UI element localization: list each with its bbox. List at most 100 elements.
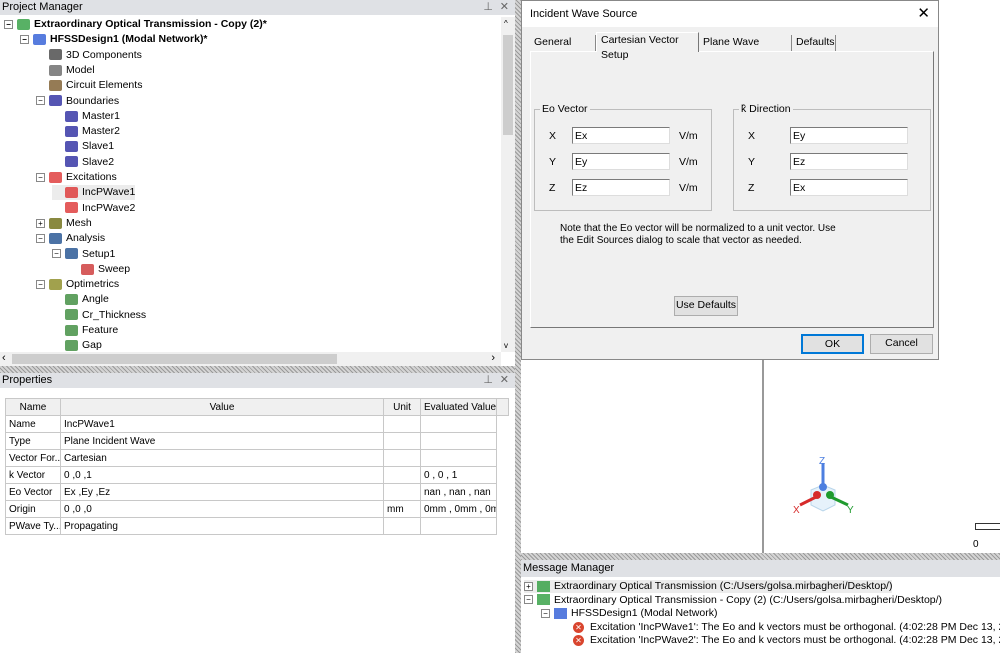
message-text: Excitation 'IncPWave1': The Eo and k vec…: [590, 620, 1000, 633]
tree-item[interactable]: Master1: [52, 109, 120, 124]
table-row[interactable]: PWave Ty... Propagating: [5, 517, 509, 535]
tree-item-label: Cr_Thickness: [82, 308, 147, 321]
table-cell: Eo Vector: [5, 483, 61, 501]
close-icon[interactable]: ✕: [917, 4, 930, 22]
table-cell[interactable]: IncPWave1: [60, 415, 384, 433]
k-axis-label: Y: [748, 156, 756, 168]
z-axis-label: Z: [819, 456, 825, 467]
table-cell: [383, 449, 421, 467]
tab-cartesian-vector-setup[interactable]: Cartesian Vector Setup: [596, 32, 699, 61]
collapse-icon[interactable]: −: [36, 172, 45, 182]
pin-icon[interactable]: ⊥: [483, 373, 493, 386]
dialog-title: Incident Wave Source: [530, 8, 638, 20]
expand-icon[interactable]: +: [36, 218, 45, 228]
message-text: Extraordinary Optical Transmission - Cop…: [554, 593, 943, 606]
tree-item-label: IncPWave1: [82, 186, 136, 199]
cancel-button[interactable]: Cancel: [870, 334, 933, 354]
tree-item[interactable]: Cr_Thickness: [52, 308, 146, 323]
3d-viewport[interactable]: Z X Y 0: [521, 360, 1000, 553]
column-header[interactable]: Evaluated Value: [420, 398, 497, 416]
eo-y-input[interactable]: [572, 153, 670, 170]
table-cell: [383, 466, 421, 484]
tree-item-label: Setup1: [82, 247, 116, 260]
y-axis-label: Y: [847, 505, 854, 516]
parametric-icon: [65, 324, 78, 336]
table-row[interactable]: Eo Vector Ex ,Ey ,Ez nan , nan , nan: [5, 483, 509, 501]
column-header[interactable]: Value: [60, 398, 384, 416]
splitter[interactable]: [521, 553, 1000, 560]
collapse-icon[interactable]: −: [4, 19, 13, 29]
splitter[interactable]: [0, 366, 515, 373]
tree-item[interactable]: Master2: [52, 124, 120, 139]
parametric-icon: [65, 309, 78, 321]
tree-item[interactable]: − Excitations: [36, 170, 117, 185]
tree-item[interactable]: IncPWave1: [52, 185, 136, 201]
table-row[interactable]: Origin0 ,0 ,0mm0mm , 0mm , 0mm: [5, 500, 509, 518]
tree-item[interactable]: Angle: [52, 292, 109, 307]
k-z-input[interactable]: [790, 179, 908, 196]
tree-item[interactable]: Circuit Elements: [36, 78, 142, 93]
tree-item-label: 3D Components: [66, 48, 142, 61]
table-cell[interactable]: Ex ,Ey ,Ez: [60, 483, 384, 501]
message-item[interactable]: + Extraordinary Optical Transmission (C:/…: [524, 580, 893, 593]
k-y-input[interactable]: [790, 153, 908, 170]
tree-item[interactable]: Sweep: [68, 262, 130, 277]
tab-general-data[interactable]: General Data: [530, 35, 596, 63]
expand-icon[interactable]: +: [524, 581, 533, 591]
collapse-icon[interactable]: −: [20, 35, 29, 45]
eo-x-input[interactable]: [572, 127, 670, 144]
message-item[interactable]: ✕ Excitation 'IncPWave2': The Eo and k ve…: [573, 634, 1000, 647]
column-header[interactable]: Name: [5, 398, 61, 416]
analysis-icon: [65, 248, 78, 260]
table-cell[interactable]: Cartesian: [60, 449, 384, 467]
column-header-spacer: [496, 398, 509, 416]
table-cell[interactable]: Propagating: [60, 517, 384, 535]
pin-icon[interactable]: ⊥: [483, 0, 493, 13]
collapse-icon[interactable]: −: [541, 608, 550, 618]
message-item[interactable]: − HFSSDesign1 (Modal Network): [541, 607, 717, 620]
use-defaults-button[interactable]: Use Defaults: [674, 296, 738, 316]
table-cell[interactable]: 0 ,0 ,0: [60, 500, 384, 518]
tree-item[interactable]: 3D Components: [36, 48, 142, 63]
eo-z-input[interactable]: [572, 179, 670, 196]
tree-item[interactable]: Slave2: [52, 155, 114, 170]
table-row[interactable]: Type Plane Incident Wave: [5, 432, 509, 450]
tree-item-label: Angle: [82, 293, 109, 306]
collapse-icon[interactable]: −: [524, 595, 533, 605]
table-cell: k Vector: [5, 466, 61, 484]
tree-item[interactable]: − HFSSDesign1 (Modal Network)*: [20, 32, 208, 47]
tree-item[interactable]: Model: [36, 63, 95, 78]
message-item[interactable]: − Extraordinary Optical Transmission - Co…: [524, 594, 942, 607]
table-row[interactable]: Vector For... Cartesian: [5, 449, 509, 467]
collapse-icon[interactable]: −: [52, 249, 61, 259]
close-icon[interactable]: ✕: [500, 373, 509, 386]
table-row[interactable]: Name IncPWave1: [5, 415, 509, 433]
message-item[interactable]: ✕ Excitation 'IncPWave1': The Eo and k ve…: [573, 621, 1000, 634]
collapse-icon[interactable]: −: [36, 233, 45, 243]
tree-item[interactable]: − Setup1: [52, 247, 115, 262]
tree-item[interactable]: − Boundaries: [36, 94, 119, 109]
tree-item[interactable]: − Analysis: [36, 231, 105, 246]
column-header[interactable]: Unit: [383, 398, 421, 416]
tree-item[interactable]: + Mesh: [36, 216, 92, 231]
tab-plane-wave-options[interactable]: Plane Wave Options: [699, 35, 792, 63]
tree-item[interactable]: − Optimetrics: [36, 277, 119, 292]
horizontal-scrollbar[interactable]: ‹ ›: [0, 352, 501, 366]
message-text: HFSSDesign1 (Modal Network): [571, 607, 718, 620]
ok-button[interactable]: OK: [801, 334, 864, 354]
table-cell[interactable]: 0 ,0 ,1: [60, 466, 384, 484]
collapse-icon[interactable]: −: [36, 96, 45, 106]
tree-item[interactable]: IncPWave2: [52, 201, 135, 216]
k-x-input[interactable]: [790, 127, 908, 144]
table-cell[interactable]: Plane Incident Wave: [60, 432, 384, 450]
collapse-icon[interactable]: −: [36, 279, 45, 289]
message-manager-panel: Message Manager + Extraordinary Optical T…: [521, 560, 1000, 653]
table-row[interactable]: k Vector 0 ,0 ,1 0 , 0 , 1: [5, 466, 509, 484]
tree-item[interactable]: Feature: [52, 323, 118, 338]
vertical-scrollbar[interactable]: ^ v: [501, 17, 515, 352]
tree-item-label: Analysis: [66, 232, 106, 245]
close-icon[interactable]: ✕: [500, 0, 509, 13]
tree-item[interactable]: − Extraordinary Optical Transmission - Co…: [4, 17, 267, 32]
tree-item[interactable]: Slave1: [52, 139, 114, 154]
tab-defaults[interactable]: Defaults: [792, 35, 836, 51]
